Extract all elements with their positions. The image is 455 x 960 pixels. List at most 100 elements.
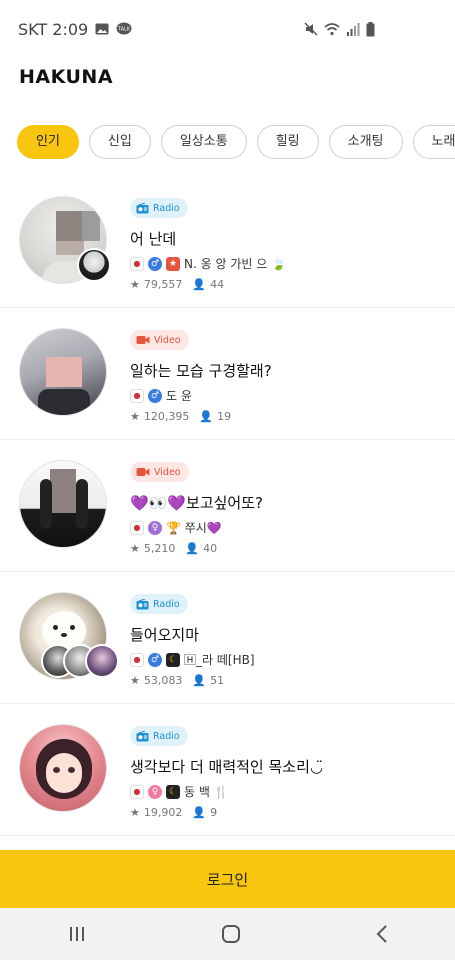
person-icon: 👤 [192,278,207,291]
broadcast-list: Radio 어 난데 ● ♂ ★ N. 옹 앙 가빈 으 🍃 ★ 79,557 … [0,176,455,836]
host-row: ● ♀ ☾ 동 백 🍴 [130,783,323,800]
broadcast-title: 어 난데 [130,230,177,248]
guest-avatar [77,248,111,282]
broadcast-type: Radio [153,730,180,742]
battery-icon [366,21,375,36]
tab-blind-date[interactable]: 소개팅 [328,125,403,159]
person-icon: 👤 [192,674,207,687]
stats-row: ★ 53,083 👤 51 [130,674,255,687]
guest-avatars [41,644,119,678]
tab-song[interactable]: 노래 [412,125,455,159]
stats-row: ★ 79,557 👤 44 [130,278,286,291]
signal-icon [347,22,360,36]
broadcast-type: Radio [153,598,180,610]
video-camera-icon [136,336,150,344]
tab-new[interactable]: 신입 [88,125,151,159]
broadcast-type: Video [154,466,181,478]
star-icon: ★ [130,542,140,555]
image-icon [95,23,109,35]
likes-count: 120,395 [143,410,190,423]
person-icon: 👤 [185,542,200,555]
broadcast-type: Video [154,334,181,346]
login-button[interactable]: 로그인 [0,850,455,908]
wifi-icon [324,22,340,35]
avatar [19,724,107,812]
app-title: HAKUNA [19,66,114,88]
viewers-count: 44 [210,278,225,291]
radio-icon [136,730,149,741]
korea-flag-icon: ● [130,652,144,667]
likes-count: 79,557 [143,278,183,291]
video-badge: Video [130,462,189,482]
status-bar: SKT 2:09 TALK [0,0,455,58]
radio-icon [136,598,149,609]
star-icon: ★ [130,674,140,687]
radio-badge: Radio [130,594,188,614]
male-icon: ♂ [148,388,162,403]
stats-row: ★ 5,210 👤 40 [130,542,263,555]
viewers-count: 51 [210,674,225,687]
broadcast-item[interactable]: Radio 생각보다 더 매력적인 목소리◡̈ ● ♀ ☾ 동 백 🍴 ★ 19… [0,704,455,836]
guest-avatars [77,248,111,282]
stats-row: ★ 120,395 👤 19 [130,410,272,423]
radio-badge: Radio [130,198,188,218]
broadcast-item[interactable]: Video 일하는 모습 구경할래? ● ♂ 도 윤 ★ 120,395 👤 1… [0,308,455,440]
broadcast-item[interactable]: Video 💜👀💜보고싶어또? ● ♀ 🏆 쭈시💜 ★ 5,210 👤 40 [0,440,455,572]
host-name: 🄷_라 떼[HB] [184,653,255,667]
person-icon: 👤 [199,410,214,423]
female-icon: ♀ [148,520,162,535]
korea-flag-icon: ● [130,520,144,535]
broadcast-item[interactable]: Radio 어 난데 ● ♂ ★ N. 옹 앙 가빈 으 🍃 ★ 79,557 … [0,176,455,308]
level-badge-icon: ★ [166,256,180,271]
avatar [19,460,107,548]
radio-icon [136,202,149,213]
host-name: 🏆 쭈시💜 [166,521,222,535]
broadcast-title: 생각보다 더 매력적인 목소리◡̈ [130,758,323,776]
male-icon: ♂ [148,256,162,271]
star-icon: ★ [130,410,140,423]
video-camera-icon [136,468,150,476]
host-name: 도 윤 [166,389,192,403]
broadcast-title: 💜👀💜보고싶어또? [130,494,263,512]
carrier-time: SKT 2:09 [18,19,89,39]
korea-flag-icon: ● [130,256,144,271]
star-icon: ★ [130,278,140,291]
home-icon[interactable] [220,923,242,945]
moon-icon: ☾ [166,784,180,799]
viewers-count: 9 [210,806,218,819]
host-name: N. 옹 앙 가빈 으 🍃 [184,257,287,271]
star-icon: ★ [130,806,140,819]
moon-icon: ☾ [166,652,180,667]
video-badge: Video [130,330,189,350]
guest-avatar [85,644,119,678]
host-row: ● ♂ ☾ 🄷_라 떼[HB] [130,651,255,668]
talk-icon: TALK [116,22,132,35]
broadcast-type: Radio [153,202,180,214]
tab-daily-chat[interactable]: 일상소통 [160,125,247,159]
host-row: ● ♂ 도 윤 [130,387,272,404]
broadcast-item[interactable]: Radio 들어오지마 ● ♂ ☾ 🄷_라 떼[HB] ★ 53,083 👤 5… [0,572,455,704]
svg-text:TALK: TALK [117,27,131,33]
likes-count: 5,210 [143,542,176,555]
korea-flag-icon: ● [130,784,144,799]
likes-count: 19,902 [143,806,183,819]
male-icon: ♂ [148,652,162,667]
broadcast-title: 일하는 모습 구경할래? [130,362,272,380]
viewers-count: 19 [217,410,232,423]
stats-row: ★ 19,902 👤 9 [130,806,323,819]
tab-healing[interactable]: 힐링 [256,125,319,159]
host-name: 동 백 🍴 [184,785,229,799]
category-tabs: 인기 신입 일상소통 힐링 소개팅 노래 [17,125,455,159]
host-row: ● ♂ ★ N. 옹 앙 가빈 으 🍃 [130,255,286,272]
korea-flag-icon: ● [130,388,144,403]
avatar [19,328,107,416]
tab-popular[interactable]: 인기 [17,125,79,159]
mute-icon [304,22,318,36]
radio-badge: Radio [130,726,188,746]
recent-apps-icon[interactable] [67,925,87,943]
likes-count: 53,083 [143,674,183,687]
host-row: ● ♀ 🏆 쭈시💜 [130,519,263,536]
viewers-count: 40 [203,542,218,555]
system-nav-bar [0,908,455,960]
back-icon[interactable] [375,924,389,944]
